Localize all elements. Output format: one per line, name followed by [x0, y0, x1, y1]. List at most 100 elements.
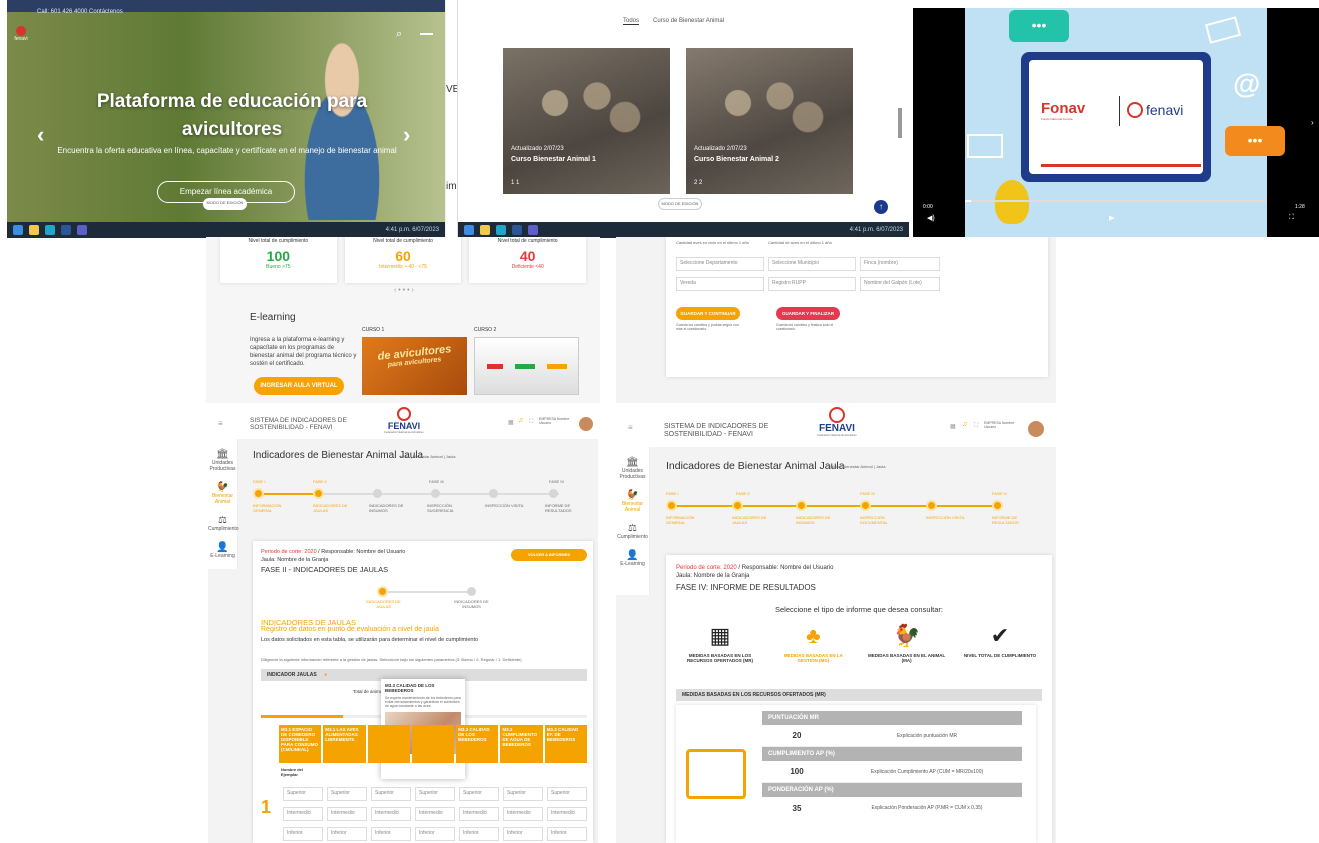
folder-icon[interactable] — [29, 225, 39, 235]
select-field[interactable]: Inferior — [327, 827, 367, 841]
select-field[interactable]: Superior — [415, 787, 455, 801]
report-type-mr[interactable]: ▦ MEDIDAS BASADAS EN LOS RECURSOS OFERTA… — [680, 623, 760, 663]
step-dot-2[interactable] — [313, 488, 324, 499]
sidebar-item-elearning[interactable]: 👤 E-Learning — [208, 542, 237, 559]
menu-icon[interactable]: ≡ — [218, 419, 223, 428]
expand-icon[interactable]: ⛶ — [529, 419, 533, 426]
carousel-pager[interactable]: ‹ • • • › — [394, 287, 414, 294]
report-type-ma[interactable]: 🐓 MEDIDAS BASADAS EN EL ANIMAL (MA) — [867, 623, 947, 663]
select-field[interactable]: Inferior — [547, 827, 587, 841]
video-progress[interactable] — [965, 200, 1267, 202]
avatar[interactable] — [579, 417, 593, 431]
sidebar-item-welfare[interactable]: 🐓 Bienestar Animal — [208, 482, 237, 505]
select-field[interactable]: Intermedio — [459, 807, 499, 821]
grid-icon[interactable]: ▦ — [950, 423, 956, 430]
step-dot-5[interactable] — [489, 489, 498, 498]
edge-icon[interactable] — [496, 225, 506, 235]
notifications-icon[interactable]: ♫ — [962, 421, 967, 428]
select-field[interactable]: Intermedio — [415, 807, 455, 821]
step-dot-5[interactable] — [926, 500, 937, 511]
step-dot-6[interactable] — [549, 489, 558, 498]
galpon-field[interactable]: Nombre del Galpón (Lote) — [860, 277, 940, 291]
step-dot-4[interactable] — [860, 500, 871, 511]
select-field[interactable]: Intermedio — [283, 807, 323, 821]
avatar[interactable] — [1028, 421, 1044, 437]
menu-icon[interactable]: ≡ — [628, 423, 633, 432]
select-field[interactable]: Superior — [459, 787, 499, 801]
grid-icon[interactable]: ▦ — [508, 419, 514, 426]
course-card-2[interactable]: Actualizado 2/07/23 Curso Bienestar Anim… — [686, 48, 853, 194]
menu-icon[interactable] — [420, 33, 433, 35]
municipality-select[interactable]: Seleccione Municipio — [768, 257, 856, 271]
department-select[interactable]: Seleccione Departamento — [676, 257, 764, 271]
select-field[interactable]: Superior — [503, 787, 543, 801]
rupp-field[interactable]: Registro RUPP — [768, 277, 856, 291]
step-dot-1[interactable] — [253, 488, 264, 499]
sub-step-dot-2[interactable] — [467, 587, 476, 596]
windows-icon[interactable] — [464, 225, 474, 235]
farm-name-field[interactable]: Finca (nombre) — [860, 257, 940, 271]
select-field[interactable]: Superior — [547, 787, 587, 801]
teams-icon[interactable] — [77, 225, 87, 235]
report-type-total[interactable]: ✔ NIVEL TOTAL DE CUMPLIMIENTO — [960, 623, 1040, 663]
expand-icon[interactable]: ⛶ — [974, 423, 978, 430]
select-field[interactable]: Intermedio — [371, 807, 411, 821]
breadcrumb[interactable]: Inicio | Bienestar Animal | Jaula — [830, 464, 885, 469]
tab-animal-welfare[interactable]: Curso de Bienestar Animal — [653, 18, 724, 25]
next-arrow-icon[interactable]: › — [403, 122, 410, 148]
notifications-icon[interactable]: ♫ — [518, 417, 523, 424]
step-dot-3[interactable] — [796, 500, 807, 511]
word-icon[interactable] — [61, 225, 71, 235]
play-icon[interactable]: ▶ — [1109, 214, 1114, 222]
windows-icon[interactable] — [13, 225, 23, 235]
select-field[interactable]: Intermedio — [327, 807, 367, 821]
folder-icon[interactable] — [480, 225, 490, 235]
select-field[interactable]: Superior — [283, 787, 323, 801]
step-dot-3[interactable] — [373, 489, 382, 498]
course1-thumbnail[interactable]: de avicultores para avicultores — [362, 337, 467, 395]
select-field[interactable]: Intermedio — [547, 807, 587, 821]
at-sign-icon: @ — [1233, 68, 1261, 99]
tab-all[interactable]: Todos — [623, 18, 640, 25]
fullscreen-icon[interactable]: ⛶ — [1289, 214, 1294, 222]
save-continue-button[interactable]: GUARDAR Y CONTINUAR — [676, 307, 740, 320]
vereda-field[interactable]: Vereda — [676, 277, 764, 291]
sidebar-item-units[interactable]: 🏛 Unidades Productivas — [208, 449, 237, 472]
edge-icon[interactable] — [45, 225, 55, 235]
word-icon[interactable] — [512, 225, 522, 235]
scrollbar[interactable] — [898, 108, 902, 138]
report-type-mg[interactable]: ♣ MEDIDAS BASADAS EN LA GESTIÓN (MG) — [773, 623, 853, 663]
phase-label-4: FASE IV — [992, 491, 1008, 496]
step-dot-2[interactable] — [732, 500, 743, 511]
fenavi-logo[interactable]: fenavi — [11, 26, 31, 42]
select-field[interactable]: Inferior — [503, 827, 543, 841]
sidebar-item-compliance[interactable]: ⚖ Cumplimiento — [616, 523, 649, 540]
save-finish-button[interactable]: GUARDAR Y FINALIZAR — [776, 307, 840, 320]
select-field[interactable]: Inferior — [415, 827, 455, 841]
course2-thumbnail[interactable] — [474, 337, 579, 395]
select-field[interactable]: Inferior — [459, 827, 499, 841]
volume-icon[interactable]: ◀) — [927, 214, 935, 222]
scroll-up-button[interactable]: ↑ — [874, 200, 888, 214]
select-field[interactable]: Intermedio — [503, 807, 543, 821]
back-to-reports-button[interactable]: VOLVER A INFORMES — [511, 549, 587, 561]
course-card-1[interactable]: Actualizado 2/07/23 Curso Bienestar Anim… — [503, 48, 670, 194]
step-dot-4[interactable] — [431, 489, 440, 498]
select-field[interactable]: Inferior — [371, 827, 411, 841]
select-field[interactable]: Superior — [371, 787, 411, 801]
teams-icon[interactable] — [528, 225, 538, 235]
sidebar-item-compliance[interactable]: ⚖ Cumplimiento — [208, 515, 239, 532]
next-icon[interactable]: › — [1311, 118, 1314, 127]
sidebar-item-units[interactable]: 🏛 Unidades Productivas — [616, 457, 649, 480]
enter-virtual-classroom-button[interactable]: INGRESAR AULA VIRTUAL — [254, 377, 344, 395]
breadcrumb[interactable]: Inicio | Bienestar Animal | Jaula — [400, 454, 455, 459]
sidebar-item-welfare[interactable]: 🐓 Bienestar Animal — [616, 490, 649, 513]
sub-step-dot-1[interactable] — [377, 586, 388, 597]
select-field[interactable]: Inferior — [283, 827, 323, 841]
step-dot-1[interactable] — [666, 500, 677, 511]
prev-arrow-icon[interactable]: ‹ — [37, 122, 44, 148]
step-dot-6[interactable] — [992, 500, 1003, 511]
sidebar-item-elearning[interactable]: 👤 E-Learning — [616, 550, 649, 567]
search-icon[interactable]: ⌕ — [396, 28, 402, 41]
select-field[interactable]: Superior — [327, 787, 367, 801]
